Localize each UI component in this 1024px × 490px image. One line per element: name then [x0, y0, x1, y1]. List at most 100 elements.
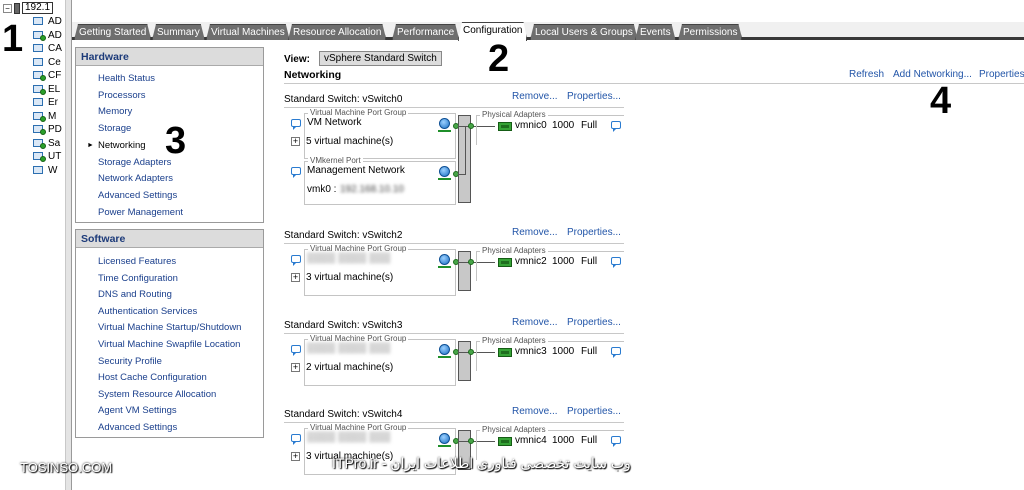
vm-icon — [33, 97, 45, 108]
software-heading: Software — [76, 230, 263, 248]
tree-vm-item[interactable]: PD — [33, 123, 62, 136]
add-networking-link[interactable]: Add Networking... — [893, 69, 972, 80]
hardware-item-power-management[interactable]: Power Management — [98, 207, 183, 218]
hardware-item-storage-adapters[interactable]: Storage Adapters — [98, 157, 171, 168]
tree-vm-label: PD — [48, 124, 62, 135]
port-group-info-icon[interactable] — [291, 167, 301, 178]
powered-on-icon — [40, 88, 46, 95]
hardware-item-memory[interactable]: Memory — [98, 106, 132, 117]
software-item-licensed-features[interactable]: Licensed Features — [98, 256, 176, 267]
switch-remove-link[interactable]: Remove... — [512, 91, 558, 102]
hardware-item-network-adapters[interactable]: Network Adapters — [98, 173, 173, 184]
switch-remove-link[interactable]: Remove... — [512, 317, 558, 328]
software-item-agent-vm-settings[interactable]: Agent VM Settings — [98, 405, 177, 416]
tab-local-users-groups[interactable]: Local Users & Groups — [530, 24, 638, 40]
globe-base-icon — [438, 130, 451, 132]
nic-info-icon[interactable] — [611, 121, 621, 132]
vm-icon — [33, 138, 46, 149]
tab-permissions[interactable]: Permissions — [678, 24, 742, 40]
software-item-time-configuration[interactable]: Time Configuration — [98, 273, 178, 284]
software-item-system-resource-allocation[interactable]: System Resource Allocation — [98, 389, 216, 400]
vmkernel-ip: 192.168.10.10 — [340, 184, 404, 195]
network-globe-icon — [439, 166, 450, 177]
port-group-info-icon[interactable] — [291, 255, 301, 266]
port-group-info-icon[interactable] — [291, 119, 301, 130]
switch-properties-link[interactable]: Properties... — [567, 227, 621, 238]
tree-vm-item[interactable]: UT — [33, 150, 61, 163]
port-group-info-icon[interactable] — [291, 434, 301, 445]
switch-properties-link[interactable]: Properties... — [567, 406, 621, 417]
view-selector[interactable]: vSphere Standard Switch — [319, 51, 442, 66]
uplink-dot — [468, 349, 474, 355]
hardware-item-networking[interactable]: Networking — [98, 140, 146, 151]
tab-virtual-machines[interactable]: Virtual Machines — [206, 24, 290, 40]
tab-resource-allocation[interactable]: Resource Allocation — [288, 24, 386, 40]
software-item-authentication-services[interactable]: Authentication Services — [98, 306, 197, 317]
software-item-virtual-machine-startup-shutdown[interactable]: Virtual Machine Startup/Shutdown — [98, 322, 241, 333]
section-title: Networking — [284, 69, 342, 81]
refresh-link[interactable]: Refresh — [849, 69, 884, 80]
tree-vm-item[interactable]: M — [33, 110, 56, 123]
view-label: View: — [284, 54, 310, 65]
tree-vm-item[interactable]: EL — [33, 83, 60, 96]
tree-vm-item[interactable]: AD — [33, 15, 62, 28]
nic-info-icon[interactable] — [611, 347, 621, 358]
physical-nic-icon — [498, 348, 512, 357]
selected-bullet-icon: ► — [87, 141, 94, 149]
expand-icon[interactable]: + — [291, 452, 300, 461]
software-item-security-profile[interactable]: Security Profile — [98, 356, 162, 367]
nic-name: vmnic0 — [515, 120, 547, 131]
tree-vm-item[interactable]: AD — [33, 29, 62, 42]
switch-title: Standard Switch: vSwitch2 — [284, 230, 403, 241]
expand-icon[interactable]: + — [291, 137, 300, 146]
host-node[interactable]: − 192.1 — [3, 2, 54, 14]
tree-vm-item[interactable]: W — [33, 164, 57, 177]
collapse-icon[interactable]: − — [3, 3, 12, 13]
switch-properties-link[interactable]: Properties... — [567, 91, 621, 102]
hardware-item-health-status[interactable]: Health Status — [98, 73, 155, 84]
software-item-dns-and-routing[interactable]: DNS and Routing — [98, 289, 172, 300]
network-globe-icon — [439, 344, 450, 355]
switch-remove-link[interactable]: Remove... — [512, 406, 558, 417]
expand-icon[interactable]: + — [291, 273, 300, 282]
network-globe-icon — [439, 433, 450, 444]
hardware-item-processors[interactable]: Processors — [98, 90, 146, 101]
vm-screen-icon — [33, 57, 43, 66]
vm-icon — [33, 43, 45, 54]
nic-info-icon[interactable] — [611, 436, 621, 447]
hardware-item-advanced-settings[interactable]: Advanced Settings — [98, 190, 177, 201]
tree-vm-item[interactable]: Er — [33, 96, 58, 109]
vm-screen-icon — [33, 44, 43, 52]
tree-vm-item[interactable]: Ce — [33, 56, 61, 69]
tab-events[interactable]: Events — [635, 24, 676, 40]
tab-getting-started[interactable]: Getting Started — [74, 24, 151, 40]
port-group-name: VM Network — [307, 117, 362, 128]
nic-info-icon[interactable] — [611, 257, 621, 268]
tab-summary[interactable]: Summary — [152, 24, 205, 40]
port-group-caption: VMkernel Port — [308, 156, 363, 165]
vm-screen-icon — [33, 165, 43, 174]
vm-icon — [33, 124, 46, 135]
software-item-virtual-machine-swapfile-location[interactable]: Virtual Machine Swapfile Location — [98, 339, 240, 350]
adapters-caption: Physical Adapters — [480, 425, 548, 434]
software-item-host-cache-configuration[interactable]: Host Cache Configuration — [98, 372, 207, 383]
tree-vm-label: Ce — [48, 56, 61, 68]
expand-icon[interactable]: + — [291, 363, 300, 372]
software-item-advanced-settings[interactable]: Advanced Settings — [98, 422, 177, 433]
nic-speed: 1000 — [552, 346, 575, 357]
tree-vm-item[interactable]: CF — [33, 69, 61, 82]
pane-splitter[interactable] — [66, 0, 72, 490]
tree-vm-label: Er — [48, 97, 58, 108]
watermark-left: TOSINSO.COM — [20, 460, 113, 475]
adapters-caption: Physical Adapters — [480, 336, 548, 345]
tree-vm-item[interactable]: Sa — [33, 137, 60, 150]
hardware-item-storage[interactable]: Storage — [98, 123, 131, 134]
tree-vm-item[interactable]: CA — [33, 42, 62, 55]
nic-speed: 1000 — [552, 120, 575, 131]
properties-link[interactable]: Properties — [979, 69, 1024, 80]
switch-remove-link[interactable]: Remove... — [512, 227, 558, 238]
port-group-name: Management Network — [307, 165, 405, 176]
port-group-info-icon[interactable] — [291, 345, 301, 356]
switch-properties-link[interactable]: Properties... — [567, 317, 621, 328]
tab-performance[interactable]: Performance — [392, 24, 459, 40]
